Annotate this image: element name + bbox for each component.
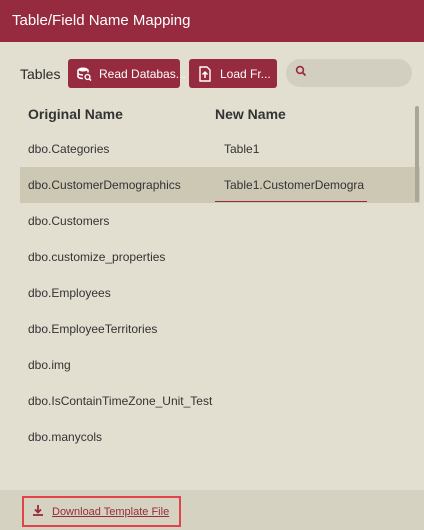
load-from-file-label: Load Fr... [220, 66, 271, 81]
database-search-icon [76, 66, 92, 82]
original-name-cell: dbo.Categories [28, 142, 110, 156]
read-database-button[interactable]: Read Databas... [68, 59, 186, 88]
tables-label: Tables [20, 66, 61, 82]
grid-header: Original Name New Name [20, 104, 420, 124]
original-name-cell: dbo.manycols [28, 430, 103, 444]
table-row[interactable]: dbo.EmployeeTerritories [20, 311, 420, 347]
toolbar: Tables Read Databas... Load Fr... [0, 42, 424, 104]
grid-scrollbar[interactable] [415, 106, 419, 202]
original-name-cell: dbo.img [28, 358, 71, 372]
original-name-cell: dbo.customize_properties [28, 250, 166, 264]
original-name-cell: dbo.Employees [28, 286, 111, 300]
download-template-link[interactable]: Download Template File [22, 496, 181, 527]
search-input[interactable] [313, 66, 409, 80]
load-from-file-button[interactable]: Load Fr... [189, 59, 277, 88]
table-row[interactable]: dbo.customize_properties [20, 239, 420, 275]
read-database-label: Read Databas... [99, 66, 186, 81]
original-name-cell: dbo.Customers [28, 214, 110, 228]
original-name-cell: dbo.CustomerDemographics [28, 178, 181, 192]
column-header-original-name[interactable]: Original Name [28, 106, 123, 122]
table-row[interactable]: dbo.Categories Table1 [20, 131, 420, 167]
new-name-editor[interactable]: Table1.CustomerDemogra [215, 167, 367, 202]
table-row[interactable]: dbo.IsContainTimeZone_Unit_Test [20, 383, 420, 419]
table-row-selected[interactable]: dbo.CustomerDemographics Table1.Customer… [20, 167, 420, 203]
download-template-label: Download Template File [52, 505, 170, 518]
new-name-editor-value[interactable]: Table1.CustomerDemogra [224, 178, 367, 192]
table-row[interactable]: dbo.img [20, 347, 420, 383]
table-row[interactable]: dbo.manycols [20, 419, 420, 455]
search-icon [295, 64, 307, 82]
mapping-grid: Original Name New Name dbo.Categories Ta… [20, 104, 420, 484]
new-name-cell[interactable]: Table1 [224, 142, 259, 156]
search-box[interactable] [286, 59, 412, 87]
column-header-new-name[interactable]: New Name [215, 106, 286, 122]
file-upload-icon [197, 65, 213, 82]
footer: Download Template File [0, 490, 424, 530]
download-icon [32, 504, 44, 519]
window-title: Table/Field Name Mapping [0, 0, 424, 42]
table-row[interactable]: dbo.Employees [20, 275, 420, 311]
table-row[interactable]: dbo.Customers [20, 203, 420, 239]
original-name-cell: dbo.IsContainTimeZone_Unit_Test [28, 394, 213, 408]
original-name-cell: dbo.EmployeeTerritories [28, 322, 158, 336]
